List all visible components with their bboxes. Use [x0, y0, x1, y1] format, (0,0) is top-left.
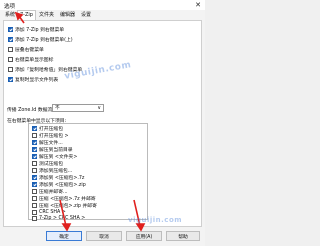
options-dialog: 选项 ✕ 系统 7-Zip 文件夹 编辑器 设置 添加 7-Zip 到右键菜单 … — [0, 0, 205, 246]
arrow-to-ok — [59, 199, 67, 227]
annotation-arrows — [14, 11, 146, 232]
watermark: viguijin.com — [128, 216, 183, 224]
arrow-head — [61, 223, 72, 232]
arrow-head — [135, 223, 146, 232]
